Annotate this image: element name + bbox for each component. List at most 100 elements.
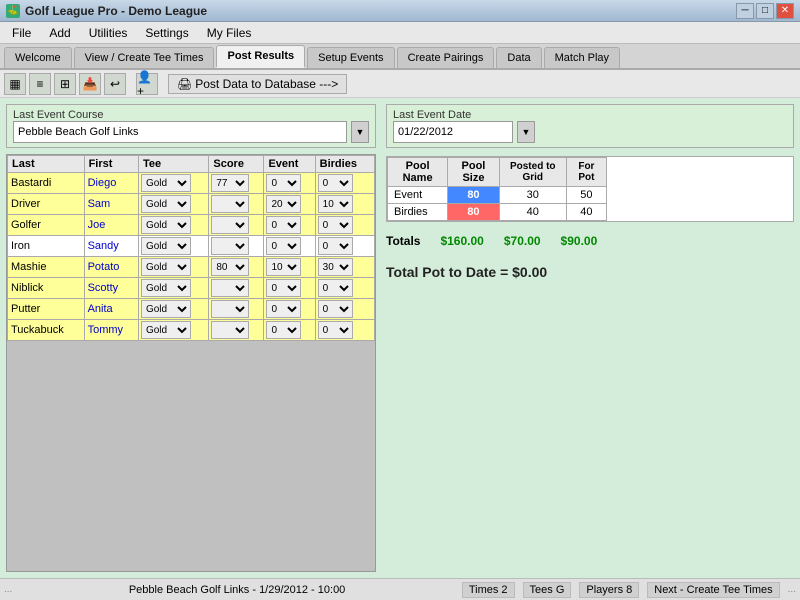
- pool-col-posted: Posted to Grid: [499, 158, 566, 187]
- pool-grid: Pool Name Pool Size Posted to Grid For P…: [386, 156, 794, 222]
- tee-select[interactable]: Gold: [141, 237, 191, 255]
- tee-select[interactable]: Gold: [141, 258, 191, 276]
- score-select[interactable]: [211, 279, 249, 297]
- birdies-select[interactable]: 0: [318, 174, 353, 192]
- cell-event[interactable]: 10: [264, 257, 315, 278]
- event-select[interactable]: 20: [266, 195, 301, 213]
- tee-select[interactable]: Gold: [141, 216, 191, 234]
- player-table: Last First Tee Score Event Birdies Basta…: [7, 155, 375, 341]
- pool-header-row: Pool Name Pool Size Posted to Grid For P…: [388, 158, 607, 187]
- cell-tee[interactable]: Gold: [138, 257, 208, 278]
- cell-last: Mashie: [8, 257, 85, 278]
- cell-tee[interactable]: Gold: [138, 320, 208, 341]
- cell-score[interactable]: 77: [209, 173, 264, 194]
- cell-birdies[interactable]: 0: [315, 278, 374, 299]
- titlebar: ⛳ Golf League Pro - Demo League ─ □ ✕: [0, 0, 800, 22]
- cell-birdies[interactable]: 0: [315, 320, 374, 341]
- birdies-select[interactable]: 0: [318, 216, 353, 234]
- tab-data[interactable]: Data: [496, 47, 541, 68]
- cell-score[interactable]: 80: [209, 257, 264, 278]
- tab-create-pairings[interactable]: Create Pairings: [397, 47, 495, 68]
- event-select[interactable]: 0: [266, 300, 301, 318]
- birdies-select[interactable]: 0: [318, 279, 353, 297]
- cell-score[interactable]: [209, 215, 264, 236]
- tab-welcome[interactable]: Welcome: [4, 47, 72, 68]
- event-select[interactable]: 0: [266, 321, 301, 339]
- cell-score[interactable]: [209, 236, 264, 257]
- cell-score[interactable]: [209, 320, 264, 341]
- event-select[interactable]: 0: [266, 279, 301, 297]
- status-players: Players 8: [579, 582, 639, 598]
- birdies-select[interactable]: 10: [318, 195, 353, 213]
- course-input[interactable]: [13, 121, 347, 143]
- list-icon-btn[interactable]: ≡: [29, 73, 51, 95]
- tab-tee-times[interactable]: View / Create Tee Times: [74, 47, 215, 68]
- score-select[interactable]: [211, 321, 249, 339]
- score-select[interactable]: [211, 216, 249, 234]
- cell-birdies[interactable]: 0: [315, 173, 374, 194]
- score-select[interactable]: [211, 195, 249, 213]
- date-input[interactable]: [393, 121, 513, 143]
- cell-tee[interactable]: Gold: [138, 278, 208, 299]
- cell-tee[interactable]: Gold: [138, 215, 208, 236]
- cell-score[interactable]: [209, 299, 264, 320]
- cell-tee[interactable]: Gold: [138, 299, 208, 320]
- event-select[interactable]: 0: [266, 237, 301, 255]
- grid-icon-btn[interactable]: ▦: [4, 73, 26, 95]
- tab-match-play[interactable]: Match Play: [544, 47, 620, 68]
- status-course-info: Pebble Beach Golf Links - 1/29/2012 - 10…: [20, 584, 453, 596]
- table-icon-btn[interactable]: ⊞: [54, 73, 76, 95]
- tab-post-results[interactable]: Post Results: [216, 45, 305, 68]
- cell-event[interactable]: 20: [264, 194, 315, 215]
- cell-event[interactable]: 0: [264, 299, 315, 320]
- cell-birdies[interactable]: 10: [315, 194, 374, 215]
- tab-setup-events[interactable]: Setup Events: [307, 47, 394, 68]
- minimize-button[interactable]: ─: [736, 3, 754, 19]
- cell-tee[interactable]: Gold: [138, 236, 208, 257]
- cell-score[interactable]: [209, 194, 264, 215]
- cell-birdies[interactable]: 0: [315, 236, 374, 257]
- score-select[interactable]: [211, 300, 249, 318]
- tee-select[interactable]: Gold: [141, 321, 191, 339]
- score-select[interactable]: 80: [211, 258, 249, 276]
- cell-birdies[interactable]: 0: [315, 299, 374, 320]
- tee-select[interactable]: Gold: [141, 195, 191, 213]
- birdies-select[interactable]: 0: [318, 321, 353, 339]
- cell-event[interactable]: 0: [264, 236, 315, 257]
- cell-event[interactable]: 0: [264, 215, 315, 236]
- date-dropdown-btn[interactable]: ▼: [517, 121, 535, 143]
- menu-myfiles[interactable]: My Files: [199, 24, 260, 42]
- cell-event[interactable]: 0: [264, 278, 315, 299]
- cell-event[interactable]: 0: [264, 173, 315, 194]
- close-button[interactable]: ✕: [776, 3, 794, 19]
- cell-birdies[interactable]: 30: [315, 257, 374, 278]
- event-select[interactable]: 0: [266, 216, 301, 234]
- tee-select[interactable]: Gold: [141, 300, 191, 318]
- cell-score[interactable]: [209, 278, 264, 299]
- cell-event[interactable]: 0: [264, 320, 315, 341]
- birdies-select[interactable]: 30: [318, 258, 353, 276]
- tee-select[interactable]: Gold: [141, 279, 191, 297]
- maximize-button[interactable]: □: [756, 3, 774, 19]
- course-label: Last Event Course: [13, 109, 369, 121]
- content-area: Last Event Course ▼ Last First Tee Score: [6, 104, 794, 572]
- post-data-button[interactable]: 🖨 Post Data to Database --->: [168, 74, 347, 94]
- birdies-select[interactable]: 0: [318, 237, 353, 255]
- score-select[interactable]: [211, 237, 249, 255]
- event-select[interactable]: 0: [266, 174, 301, 192]
- event-select[interactable]: 10: [266, 258, 301, 276]
- score-select[interactable]: 77: [211, 174, 249, 192]
- tee-select[interactable]: Gold: [141, 174, 191, 192]
- menu-file[interactable]: File: [4, 24, 39, 42]
- cell-tee[interactable]: Gold: [138, 173, 208, 194]
- cell-birdies[interactable]: 0: [315, 215, 374, 236]
- course-dropdown-btn[interactable]: ▼: [351, 121, 369, 143]
- person-add-btn[interactable]: 👤+: [136, 73, 158, 95]
- undo-btn[interactable]: ↩: [104, 73, 126, 95]
- menu-add[interactable]: Add: [41, 24, 78, 42]
- cell-tee[interactable]: Gold: [138, 194, 208, 215]
- menu-settings[interactable]: Settings: [137, 24, 196, 42]
- birdies-select[interactable]: 0: [318, 300, 353, 318]
- menu-utilities[interactable]: Utilities: [81, 24, 136, 42]
- import-btn[interactable]: 📥: [79, 73, 101, 95]
